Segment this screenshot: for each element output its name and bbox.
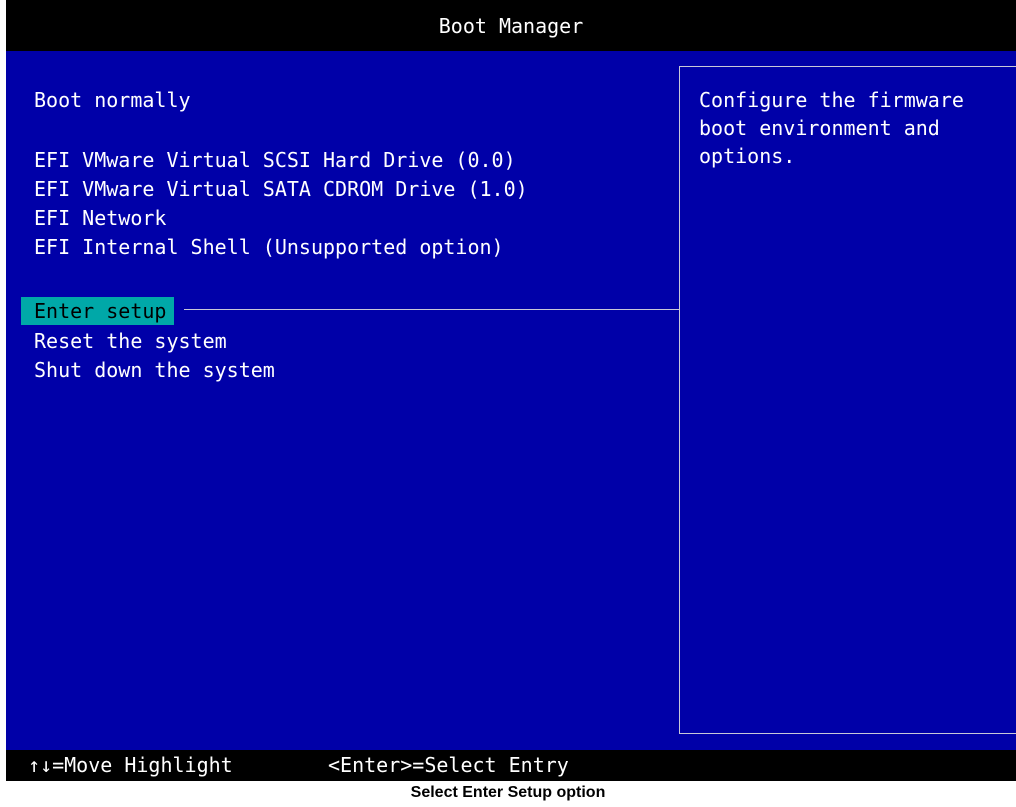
status-bar: ↑↓=Move Highlight <Enter>=Select Entry — [6, 750, 1016, 781]
menu-item-efi-sata-cdrom-drive[interactable]: EFI VMware Virtual SATA CDROM Drive (1.0… — [34, 175, 532, 203]
menu-item-efi-network[interactable]: EFI Network — [34, 204, 170, 232]
screenshot-caption: Select Enter Setup option — [410, 784, 606, 801]
menu-item-reset-system[interactable]: Reset the system — [34, 327, 231, 355]
title-bar: Boot Manager — [6, 0, 1016, 51]
move-highlight-hint: ↑↓=Move Highlight — [28, 753, 233, 777]
menu-item-efi-internal-shell[interactable]: EFI Internal Shell (Unsupported option) — [34, 233, 508, 261]
page-title: Boot Manager — [438, 14, 584, 38]
select-entry-hint: <Enter>=Select Entry — [328, 753, 569, 777]
boot-manager-screen: Boot Manager Boot normally EFI VMware Vi… — [6, 0, 1016, 781]
menu-item-enter-setup[interactable]: Enter setup — [21, 297, 175, 325]
menu-item-boot-normally[interactable]: Boot normally — [34, 86, 195, 114]
help-text: Configure the firmware boot environment … — [699, 88, 964, 168]
selection-connector-line — [184, 309, 679, 310]
menu-item-shut-down-system[interactable]: Shut down the system — [34, 356, 279, 384]
menu-item-efi-scsi-hard-drive[interactable]: EFI VMware Virtual SCSI Hard Drive (0.0) — [34, 146, 520, 174]
